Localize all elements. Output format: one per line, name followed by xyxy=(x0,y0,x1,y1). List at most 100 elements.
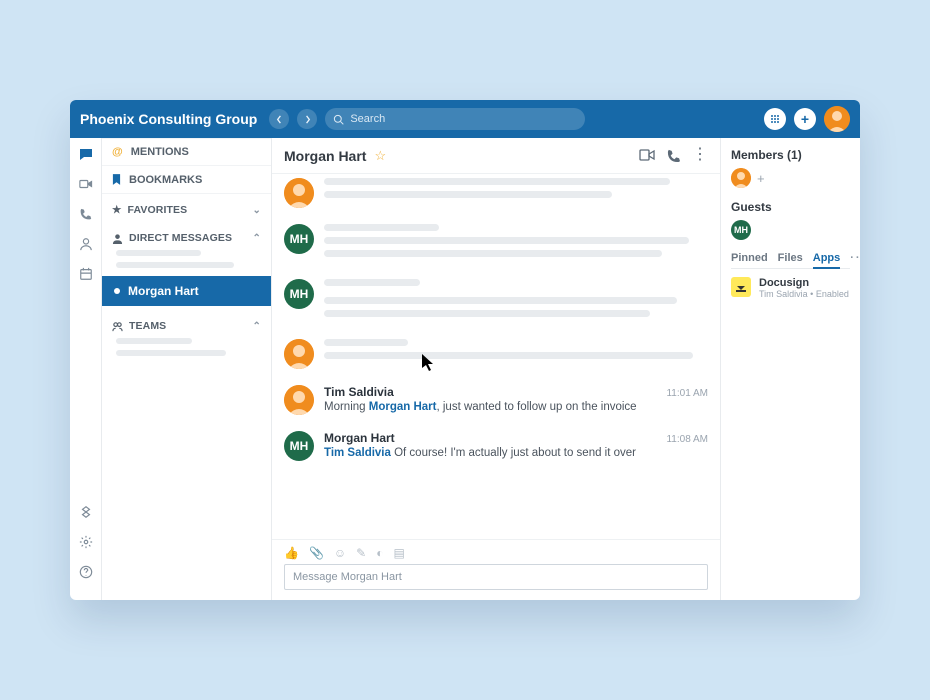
nav-back-button[interactable] xyxy=(269,109,289,129)
messages-icon[interactable] xyxy=(78,146,94,162)
help-icon[interactable] xyxy=(78,564,94,580)
chevron-up-icon: ⌃ xyxy=(253,233,261,244)
app-icon xyxy=(731,277,751,297)
avatar: MH xyxy=(284,224,314,254)
topbar: Phoenix Consulting Group Search + xyxy=(70,100,860,138)
sidebar-mentions[interactable]: @ MENTIONS xyxy=(102,138,271,166)
message-input[interactable]: Message Morgan Hart xyxy=(284,564,708,590)
emoji-icon[interactable]: ☺ xyxy=(334,546,346,560)
message-time: 11:08 AM xyxy=(666,434,708,445)
chat-panel: Morgan Hart ☆ ⋮ MH xyxy=(272,138,720,600)
app-item[interactable]: Docusign Tim Saldivia • Enabled xyxy=(731,277,850,299)
nav-forward-button[interactable] xyxy=(297,109,317,129)
note-icon[interactable]: ✎ xyxy=(356,546,366,560)
message-placeholder: MH xyxy=(284,216,708,271)
tasks-icon[interactable] xyxy=(78,266,94,282)
more-menu-button[interactable]: ⋮ xyxy=(692,149,708,162)
sidebar-teams-label: TEAMS xyxy=(129,320,166,332)
person-icon xyxy=(112,233,123,244)
sidebar-placeholder xyxy=(116,338,192,344)
avatar xyxy=(284,385,314,415)
chevron-down-icon: ⌄ xyxy=(253,205,261,216)
sidebar-dm-header[interactable]: DIRECT MESSAGES ⌃ xyxy=(102,232,271,244)
main-area: @ MENTIONS BOOKMARKS ★ FAVORITES ⌄ DIREC… xyxy=(70,138,860,600)
message-author: Morgan Hart xyxy=(324,431,395,445)
tab-files[interactable]: Files xyxy=(778,252,803,264)
message-time: 11:01 AM xyxy=(666,388,708,399)
sidebar-item-label: Morgan Hart xyxy=(128,284,199,298)
sidebar-item-active[interactable]: Morgan Hart xyxy=(102,276,271,306)
video-icon[interactable] xyxy=(78,176,94,192)
chevron-up-icon: ⌃ xyxy=(253,321,261,332)
topbar-actions: + xyxy=(764,106,850,132)
avatar xyxy=(284,339,314,369)
star-icon: ★ xyxy=(112,204,122,216)
sidebar-placeholder xyxy=(116,262,234,268)
contacts-icon[interactable] xyxy=(78,236,94,252)
message-placeholder xyxy=(284,331,708,377)
chat-title: Morgan Hart xyxy=(284,148,366,164)
messages-list: MH MH xyxy=(272,174,720,539)
new-button[interactable]: + xyxy=(794,108,816,130)
app-subtitle: Tim Saldivia • Enabled xyxy=(759,289,849,299)
details-panel: Members (1) + Guests MH Pinned Files App… xyxy=(720,138,860,600)
chat-header: Morgan Hart ☆ ⋮ xyxy=(272,138,720,174)
tab-apps[interactable]: Apps xyxy=(813,252,841,269)
guests-header: Guests xyxy=(731,200,850,214)
voice-call-button[interactable] xyxy=(667,149,680,162)
app-name: Docusign xyxy=(759,277,849,289)
teams-icon xyxy=(112,321,123,332)
settings-icon[interactable] xyxy=(78,534,94,550)
avatar xyxy=(284,178,314,208)
user-avatar[interactable] xyxy=(824,106,850,132)
add-member-icon[interactable]: + xyxy=(757,171,765,186)
member-avatar[interactable] xyxy=(731,168,751,188)
gif-icon[interactable]: ◐ xyxy=(376,546,383,560)
attachment-icon[interactable]: 📎 xyxy=(309,546,324,560)
sidebar-dm-label: DIRECT MESSAGES xyxy=(129,232,232,244)
dialpad-button[interactable] xyxy=(764,108,786,130)
tabs-more-icon[interactable]: ··· xyxy=(850,252,860,264)
composer-area: 👍 📎 ☺ ✎ ◐ ▤ Message Morgan Hart xyxy=(272,539,720,600)
sidebar-teams-header[interactable]: TEAMS ⌃ xyxy=(102,320,271,332)
sidebar-bookmarks[interactable]: BOOKMARKS xyxy=(102,166,271,194)
message-input-placeholder: Message Morgan Hart xyxy=(293,571,402,583)
search-icon xyxy=(333,114,344,125)
message-placeholder xyxy=(284,174,708,216)
apps-icon[interactable] xyxy=(78,504,94,520)
favorite-star-icon[interactable]: ☆ xyxy=(374,148,386,164)
avatar: MH xyxy=(284,431,314,461)
message: MH Morgan Hart 11:08 AM Tim Saldivia Of … xyxy=(284,423,708,469)
members-header: Members (1) xyxy=(731,148,850,162)
avatar: MH xyxy=(284,279,314,309)
message: Tim Saldivia 11:01 AM Morning Morgan Har… xyxy=(284,377,708,423)
sidebar-placeholder xyxy=(116,350,226,356)
sidebar: @ MENTIONS BOOKMARKS ★ FAVORITES ⌄ DIREC… xyxy=(102,138,272,600)
sidebar-bookmarks-label: BOOKMARKS xyxy=(129,174,202,186)
sidebar-placeholder xyxy=(116,250,201,256)
guest-avatar[interactable]: MH xyxy=(731,220,751,240)
calendar-icon[interactable]: ▤ xyxy=(393,546,404,560)
video-call-button[interactable] xyxy=(639,149,655,162)
sidebar-mentions-label: MENTIONS xyxy=(131,146,189,158)
search-input[interactable]: Search xyxy=(325,108,585,130)
nav-rail xyxy=(70,138,102,600)
message-text: Morning Morgan Hart, just wanted to foll… xyxy=(324,399,708,415)
app-window: Phoenix Consulting Group Search + xyxy=(70,100,860,600)
message-text: Tim Saldivia Of course! I'm actually jus… xyxy=(324,445,708,461)
mention[interactable]: Morgan Hart xyxy=(369,401,437,413)
sidebar-favorites-label: FAVORITES xyxy=(128,204,188,216)
mention[interactable]: Tim Saldivia xyxy=(324,447,391,459)
bookmark-icon xyxy=(112,174,121,185)
presence-dot-icon xyxy=(114,288,120,294)
search-placeholder: Search xyxy=(350,113,385,125)
phone-icon[interactable] xyxy=(78,206,94,222)
sidebar-favorites-header[interactable]: ★ FAVORITES ⌄ xyxy=(102,204,271,216)
thumbs-up-icon[interactable]: 👍 xyxy=(284,546,299,560)
at-icon: @ xyxy=(112,146,123,158)
message-placeholder: MH xyxy=(284,271,708,331)
brand-title: Phoenix Consulting Group xyxy=(80,111,257,127)
message-author: Tim Saldivia xyxy=(324,385,394,399)
details-tabs: Pinned Files Apps ··· xyxy=(731,252,850,269)
tab-pinned[interactable]: Pinned xyxy=(731,252,768,264)
